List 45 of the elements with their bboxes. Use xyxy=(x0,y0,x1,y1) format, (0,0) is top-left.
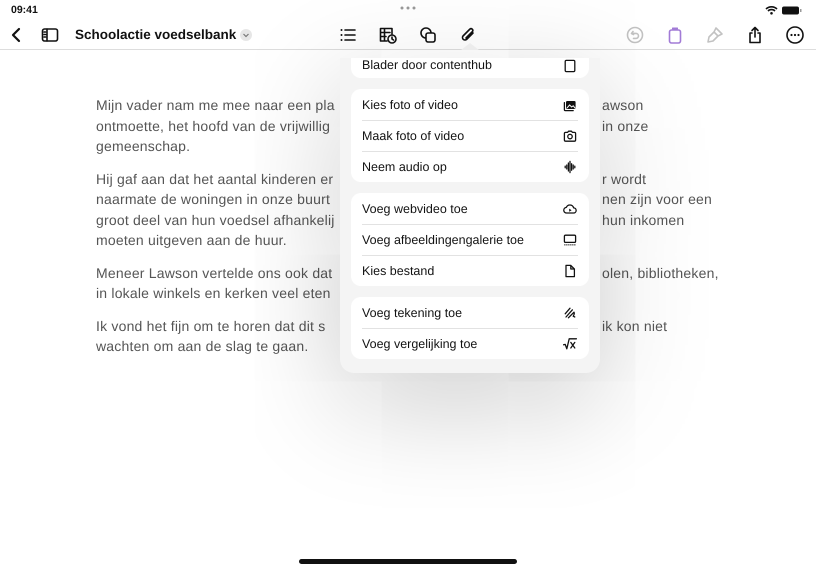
wifi-icon xyxy=(765,5,778,15)
undo-icon xyxy=(625,24,645,44)
body-text-line: olen, bibliotheken, xyxy=(602,264,719,281)
body-text-line: Ik vond het fijn om te horen dat dit s xyxy=(96,318,326,334)
body-text-line: r wordt xyxy=(602,170,646,187)
document-title[interactable]: Schoolactie voedselbank xyxy=(75,27,236,42)
more-button[interactable] xyxy=(784,24,806,46)
body-text-line: nen zijn voor een xyxy=(602,191,712,208)
multitasking-dots-icon xyxy=(400,6,416,10)
gallery-icon xyxy=(562,232,578,248)
square-icon xyxy=(562,58,578,74)
scribble-icon xyxy=(562,304,578,320)
body-text-line: in onze xyxy=(602,118,649,134)
body-text-line: wachten om aan de slag te gaan. xyxy=(96,338,310,354)
menu-item[interactable]: Neem audio op xyxy=(362,151,578,182)
menu-item[interactable]: Voeg afbeeldingengalerie toe xyxy=(362,224,578,255)
body-text-line: ik kon niet xyxy=(602,318,668,334)
menu-item[interactable]: Kies bestand xyxy=(362,255,578,286)
body-text-line: in lokale winkels en kerken veel eten xyxy=(96,285,332,302)
battery-icon xyxy=(782,6,802,14)
square-root-icon xyxy=(562,336,578,352)
brush-icon xyxy=(705,24,725,44)
menu-item[interactable]: Voeg vergelijking toe xyxy=(362,328,578,359)
body-text-line: ontmoette, het hoofd van de vrijwillig xyxy=(96,118,332,134)
popover-arrow xyxy=(461,43,479,50)
body-text-line: Hij gaf aan dat het aantal kinderen er xyxy=(96,170,334,187)
body-text-line: awson xyxy=(602,97,644,114)
menu-item[interactable]: Voeg tekening toe xyxy=(362,297,578,328)
body-text-line: naarmate de woningen in onze buurt xyxy=(96,191,332,208)
body-text-line: gemeenschap. xyxy=(96,138,192,154)
table-clock-icon xyxy=(378,24,398,44)
menu-item[interactable]: Kies foto of video xyxy=(362,89,578,120)
body-text-line: Meneer Lawson vertelde ons ook dat xyxy=(96,264,334,281)
body-text-line: Mijn vader nam me mee naar een pla xyxy=(96,97,336,114)
shapes-icon xyxy=(418,24,438,44)
chevron-down-icon[interactable] xyxy=(240,28,252,40)
waveform-icon xyxy=(562,159,578,175)
menu-item[interactable]: Voeg webvideo toe xyxy=(362,193,578,224)
body-text-line: moeten uitgeven aan de huur. xyxy=(96,232,288,248)
more-icon xyxy=(785,24,805,44)
body-text-line: groot deel van hun voedsel afhankelij xyxy=(96,212,336,228)
status-time: 09:41 xyxy=(11,4,38,16)
menu-item[interactable]: Maak foto of video xyxy=(362,120,578,151)
camera-icon xyxy=(562,128,578,144)
body-text-line: hun inkomen xyxy=(602,212,684,228)
